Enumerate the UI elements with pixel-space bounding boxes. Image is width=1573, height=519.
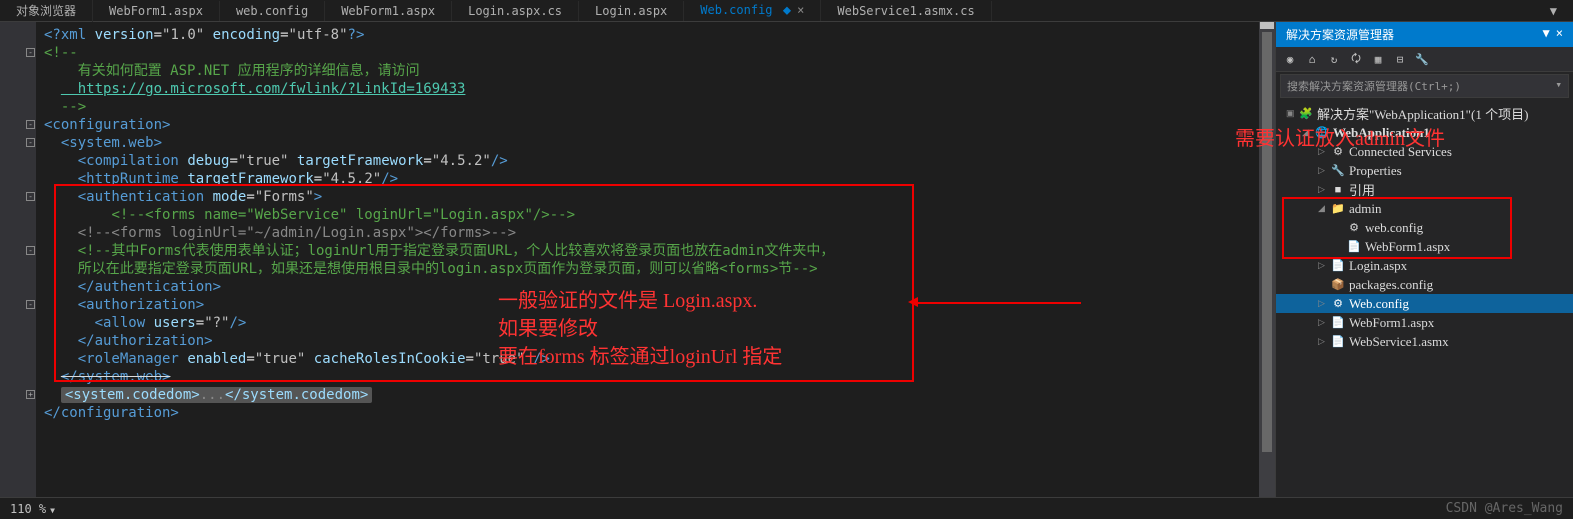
fold-toggle[interactable]: + bbox=[26, 390, 35, 399]
expander-icon[interactable]: ▷ bbox=[1318, 184, 1330, 195]
fold-toggle[interactable]: - bbox=[26, 192, 35, 201]
code-editor[interactable]: - - - - - - + <?xml version="1.0" encodi… bbox=[0, 22, 1275, 497]
arrow-head-icon bbox=[908, 297, 918, 307]
fold-toggle[interactable]: - bbox=[26, 138, 35, 147]
tree-node-label: 解决方案"WebApplication1"(1 个项目) bbox=[1317, 104, 1528, 123]
close-icon[interactable]: × bbox=[797, 3, 804, 17]
show-all-icon[interactable]: ▦ bbox=[1370, 51, 1386, 67]
fold-toggle[interactable]: - bbox=[26, 48, 35, 57]
solution-tree[interactable]: ▣🧩解决方案"WebApplication1"(1 个项目)◢🌐WebAppli… bbox=[1276, 100, 1573, 497]
expander-icon[interactable]: ▷ bbox=[1318, 260, 1330, 271]
tab-webservice-cs[interactable]: WebService1.asmx.cs bbox=[821, 1, 991, 21]
expander-icon[interactable]: ▣ bbox=[1286, 108, 1298, 119]
tab-webform1-1[interactable]: WebForm1.aspx bbox=[93, 1, 220, 21]
tabs-overflow-icon[interactable]: ▼ bbox=[1534, 1, 1573, 21]
tab-login-aspx[interactable]: Login.aspx bbox=[579, 1, 684, 21]
collapse-icon[interactable]: ⊟ bbox=[1392, 51, 1408, 67]
watermark: CSDN @Ares_Wang bbox=[1446, 501, 1563, 516]
status-bar: 110 %▼ CSDN @Ares_Wang bbox=[0, 497, 1573, 519]
tree-node-label: packages.config bbox=[1349, 277, 1433, 293]
solution-explorer: 解决方案资源管理器 ▼ × ◉ ⌂ ↻ 🗘 ▦ ⊟ 🔧 搜索解决方案资源管理器(… bbox=[1275, 22, 1573, 497]
tree-node-label: WebForm1.aspx bbox=[1349, 315, 1434, 331]
fold-toggle[interactable]: - bbox=[26, 300, 35, 309]
back-icon[interactable]: ◉ bbox=[1282, 51, 1298, 67]
tree-item-5[interactable]: ◢📁admin bbox=[1276, 199, 1573, 218]
tree-item-11[interactable]: ▷📄WebForm1.aspx bbox=[1276, 313, 1573, 332]
refresh-icon[interactable]: 🗘 bbox=[1348, 51, 1364, 67]
tab-webconfig-active[interactable]: Web.config ⬥× bbox=[684, 0, 821, 21]
properties-icon[interactable]: 🔧 bbox=[1414, 51, 1430, 67]
tree-node-label: Web.config bbox=[1349, 296, 1409, 312]
tree-node-icon: 📄 bbox=[1346, 240, 1362, 253]
panel-title-text: 解决方案资源管理器 bbox=[1286, 26, 1394, 43]
fold-gutter: - - - - - - + bbox=[0, 22, 36, 497]
link-msdocs[interactable]: https://go.microsoft.com/fwlink/?LinkId=… bbox=[61, 81, 466, 97]
sync-icon[interactable]: ↻ bbox=[1326, 51, 1342, 67]
expander-icon[interactable]: ▷ bbox=[1318, 165, 1330, 176]
solution-search-input[interactable]: 搜索解决方案资源管理器(Ctrl+;) ▾ bbox=[1280, 74, 1569, 98]
tree-item-12[interactable]: ▷📄WebService1.asmx bbox=[1276, 332, 1573, 351]
expander-icon[interactable]: ▷ bbox=[1318, 336, 1330, 347]
panel-close-icon[interactable]: × bbox=[1556, 26, 1563, 43]
code-comment: 有关如何配置 ASP.NET 应用程序的详细信息，请访问 bbox=[61, 63, 420, 79]
tree-node-icon: ⚙ bbox=[1330, 145, 1346, 158]
tree-node-icon: ⚙ bbox=[1346, 221, 1362, 234]
expander-icon[interactable]: ◢ bbox=[1318, 203, 1330, 214]
search-dropdown-icon[interactable]: ▾ bbox=[1555, 78, 1562, 91]
pin-icon[interactable]: ▼ bbox=[1543, 26, 1550, 43]
expander-icon[interactable]: ▷ bbox=[1318, 146, 1330, 157]
tab-webform1-2[interactable]: WebForm1.aspx bbox=[325, 1, 452, 21]
tree-node-icon: 🌐 bbox=[1314, 126, 1330, 139]
editor-tab-bar: 对象浏览器 WebForm1.aspx web.config WebForm1.… bbox=[0, 0, 1573, 22]
tree-item-9[interactable]: 📦packages.config bbox=[1276, 275, 1573, 294]
tree-node-label: WebApplication1 bbox=[1333, 125, 1430, 141]
tree-node-label: Properties bbox=[1349, 163, 1402, 179]
tree-item-2[interactable]: ▷⚙Connected Services bbox=[1276, 142, 1573, 161]
tree-node-label: WebService1.asmx bbox=[1349, 334, 1449, 350]
tree-item-3[interactable]: ▷🔧Properties bbox=[1276, 161, 1573, 180]
tab-object-browser[interactable]: 对象浏览器 bbox=[0, 0, 93, 22]
tree-node-icon: 📄 bbox=[1330, 259, 1346, 272]
tree-node-icon: 📦 bbox=[1330, 278, 1346, 291]
tree-item-4[interactable]: ▷■引用 bbox=[1276, 180, 1573, 199]
expander-icon[interactable]: ▷ bbox=[1318, 298, 1330, 309]
tree-node-label: Connected Services bbox=[1349, 144, 1452, 160]
panel-title-bar: 解决方案资源管理器 ▼ × bbox=[1276, 22, 1573, 47]
tree-item-10[interactable]: ▷⚙Web.config bbox=[1276, 294, 1573, 313]
expander-icon[interactable]: ▷ bbox=[1318, 317, 1330, 328]
tree-node-label: web.config bbox=[1365, 220, 1423, 236]
tab-webconfig-lower[interactable]: web.config bbox=[220, 1, 325, 21]
editor-scrollbar[interactable] bbox=[1259, 22, 1275, 497]
fold-toggle[interactable]: - bbox=[26, 246, 35, 255]
tree-node-label: Login.aspx bbox=[1349, 258, 1407, 274]
annotation-arrow bbox=[916, 302, 1081, 304]
zoom-level[interactable]: 110 %▼ bbox=[10, 502, 55, 516]
home-icon[interactable]: ⌂ bbox=[1304, 51, 1320, 67]
tree-node-icon: 🔧 bbox=[1330, 164, 1346, 177]
fold-toggle[interactable]: - bbox=[26, 120, 35, 129]
tree-item-0[interactable]: ▣🧩解决方案"WebApplication1"(1 个项目) bbox=[1276, 104, 1573, 123]
tree-item-1[interactable]: ◢🌐WebApplication1 bbox=[1276, 123, 1573, 142]
tree-node-label: admin bbox=[1349, 201, 1382, 217]
tree-node-icon: ⚙ bbox=[1330, 297, 1346, 310]
tree-item-7[interactable]: 📄WebForm1.aspx bbox=[1276, 237, 1573, 256]
tree-node-label: WebForm1.aspx bbox=[1365, 239, 1450, 255]
expander-icon[interactable]: ◢ bbox=[1302, 127, 1314, 138]
tab-login-cs[interactable]: Login.aspx.cs bbox=[452, 1, 579, 21]
code-area[interactable]: <?xml version="1.0" encoding="utf-8"?> <… bbox=[36, 22, 1259, 497]
tree-item-8[interactable]: ▷📄Login.aspx bbox=[1276, 256, 1573, 275]
tree-node-icon: 📁 bbox=[1330, 202, 1346, 215]
tree-node-icon: 📄 bbox=[1330, 316, 1346, 329]
tree-node-label: 引用 bbox=[1349, 180, 1375, 199]
tree-node-icon: 🧩 bbox=[1298, 107, 1314, 120]
tree-node-icon: ■ bbox=[1330, 184, 1346, 196]
search-placeholder: 搜索解决方案资源管理器(Ctrl+;) bbox=[1287, 80, 1461, 93]
solution-toolbar: ◉ ⌂ ↻ 🗘 ▦ ⊟ 🔧 bbox=[1276, 47, 1573, 72]
tree-node-icon: 📄 bbox=[1330, 335, 1346, 348]
tree-item-6[interactable]: ⚙web.config bbox=[1276, 218, 1573, 237]
